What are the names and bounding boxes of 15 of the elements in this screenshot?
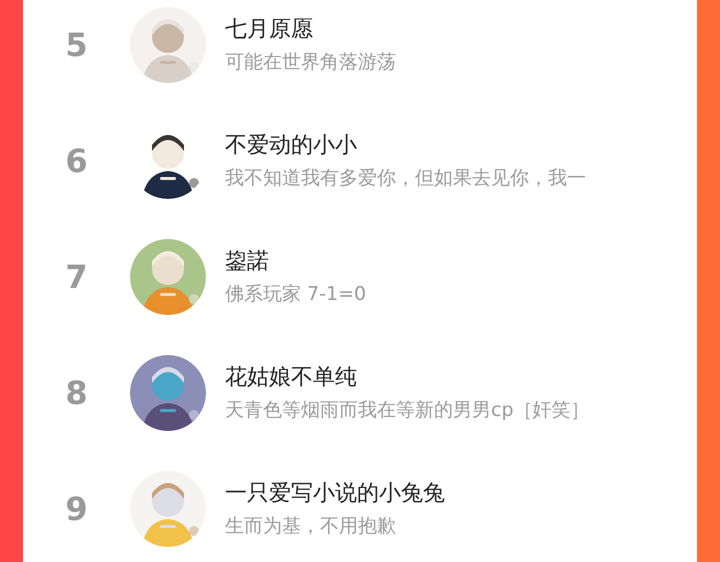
user-bio: 可能在世界角落游荡 xyxy=(225,50,396,74)
user-bio: 我不知道我有多爱你，但如果去见你，我一 xyxy=(225,166,586,190)
rank-number: 9 xyxy=(64,489,89,530)
user-bio: 佛系玩家 7-1=0 xyxy=(225,282,366,306)
user-name: 一只爱写小说的小兔兔 xyxy=(225,480,445,508)
rank-number: 7 xyxy=(64,257,89,298)
user-bio: 生而为基，不用抱歉 xyxy=(225,514,397,538)
user-name: 花姑娘不单纯 xyxy=(225,364,358,392)
user-bio: 天青色等烟雨而我在等新的男男cp［奸笑］ xyxy=(225,398,590,422)
rank-number: 6 xyxy=(64,141,89,182)
user-name: 七月原愿 xyxy=(225,16,314,44)
rank-number: 8 xyxy=(64,373,89,414)
rank-number: 5 xyxy=(64,25,89,66)
user-name: 不爱动的小小 xyxy=(225,132,358,160)
user-name: 鋆諾 xyxy=(225,248,270,276)
